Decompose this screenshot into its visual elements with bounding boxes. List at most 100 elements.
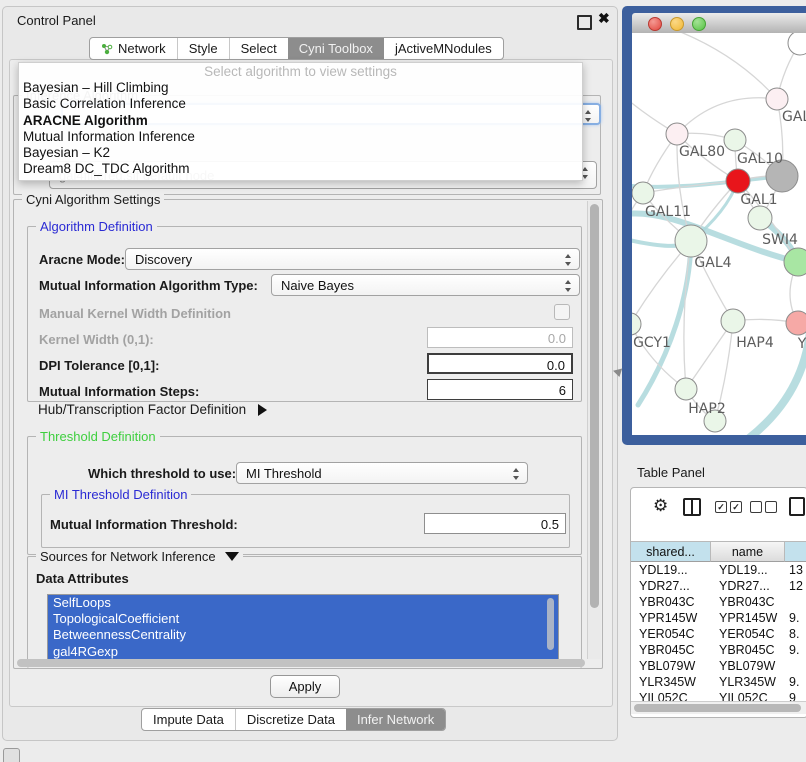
aracne-mode-value: Discovery <box>135 252 192 267</box>
manual-kernel-checkbox[interactable] <box>554 304 570 320</box>
dropdown-option[interactable]: Basic Correlation Inference <box>19 96 582 112</box>
table-row[interactable]: YPR145WYPR145W9. <box>631 611 806 627</box>
cyni-settings-title: Cyni Algorithm Settings <box>22 192 164 207</box>
table-cell: YBR045C <box>719 643 785 657</box>
node-hap2[interactable] <box>675 378 697 400</box>
sources-title: Sources for Network Inference <box>36 549 243 564</box>
table-hscroll-track[interactable] <box>631 701 806 714</box>
kernel-width-field[interactable]: 0.0 <box>427 327 573 348</box>
unchecked-checkbox-icon[interactable] <box>750 501 762 513</box>
float-window-icon[interactable] <box>577 15 592 30</box>
attribute-list-item[interactable]: BetweennessCentrality <box>48 627 558 643</box>
table-row[interactable]: YBR045CYBR045C9. <box>631 643 806 659</box>
data-attributes-label: Data Attributes <box>36 571 129 586</box>
node-gal4[interactable] <box>675 225 707 257</box>
node-gcy1[interactable] <box>632 313 641 335</box>
aracne-mode-combobox[interactable]: Discovery <box>125 248 580 270</box>
node-hap4[interactable] <box>721 309 745 333</box>
which-threshold-combobox[interactable]: MI Threshold <box>236 462 528 484</box>
mi-threshold-field[interactable]: 0.5 <box>424 513 566 534</box>
table-header-row: shared...name <box>631 541 806 562</box>
chevron-right-icon <box>258 404 267 416</box>
kernel-width-label: Kernel Width (0,1): <box>39 332 154 347</box>
tab-cyni-toolbox[interactable]: Cyni Toolbox <box>288 38 384 59</box>
document-icon[interactable] <box>789 497 805 516</box>
close-icon[interactable]: ✖ <box>598 10 610 27</box>
attribute-list-scrollbar[interactable] <box>547 598 554 650</box>
dropdown-option[interactable]: Dream8 DC_TDC Algorithm <box>19 161 582 177</box>
grip-icon[interactable] <box>3 748 20 762</box>
table-row[interactable]: YDR27...YDR27...12 <box>631 579 806 595</box>
table-cell: YBL079W <box>719 659 785 673</box>
tab-style[interactable]: Style <box>177 38 229 59</box>
node-gal80[interactable] <box>666 123 688 145</box>
attribute-list-item[interactable]: gal4RGexp <box>48 644 558 660</box>
node-bright-green[interactable] <box>784 248 806 276</box>
mi-threshold-definition-title: MI Threshold Definition <box>50 487 191 502</box>
attribute-list-item[interactable]: SelfLoops <box>48 595 558 611</box>
node-gal10[interactable] <box>724 129 746 151</box>
attribute-list-item[interactable]: TopologicalCoefficient <box>48 611 558 627</box>
node-gcy1-label: GCY1 <box>633 335 671 351</box>
column-header[interactable]: shared... <box>631 541 711 562</box>
gear-icon[interactable]: ⚙ <box>653 497 668 514</box>
close-traffic-light-icon[interactable] <box>648 17 662 31</box>
table-row[interactable]: YER054CYER054C8. <box>631 627 806 643</box>
checked-checkbox-icon[interactable]: ✓ <box>715 501 727 513</box>
table-cell: 9. <box>789 643 803 657</box>
node-y-cut[interactable] <box>786 311 806 335</box>
settings-vscroll-thumb[interactable] <box>590 204 599 608</box>
settings-hscroll-thumb[interactable] <box>17 659 585 667</box>
table-cell: 8. <box>789 627 803 641</box>
table-cell: YLR345W <box>719 675 785 689</box>
table-row[interactable]: YIL052CYIL052C9 <box>631 691 806 701</box>
node-y-cut-label: Y <box>797 336 806 352</box>
table-row[interactable]: YBR043CYBR043C <box>631 595 806 611</box>
chevron-down-icon[interactable] <box>225 552 239 561</box>
tab-infer-network[interactable]: Infer Network <box>346 709 445 730</box>
tab-impute-data[interactable]: Impute Data <box>142 709 235 730</box>
hub-definition-toggle[interactable]: Hub/Transcription Factor Definition <box>38 402 267 417</box>
network-edge[interactable] <box>632 324 686 389</box>
table-row[interactable]: YLR345WYLR345W9. <box>631 675 806 691</box>
network-edge[interactable] <box>662 33 777 99</box>
split-columns-icon[interactable] <box>683 498 701 516</box>
network-window-titlebar[interactable] <box>632 13 806 34</box>
node-top[interactable] <box>788 33 806 55</box>
tab-network[interactable]: Network <box>90 38 177 59</box>
network-edge[interactable] <box>677 98 777 134</box>
table-cell: 13 <box>789 563 803 577</box>
dropdown-option[interactable]: Bayesian – Hill Climbing <box>19 80 582 96</box>
node-swi4[interactable] <box>748 206 772 230</box>
table-row[interactable]: YBL079WYBL079W <box>631 659 806 675</box>
network-canvas[interactable]: GALGAL80GAL10GAL1GAL11SWI4GAL4GCY1HAP4YH… <box>632 33 806 435</box>
tab-label: Select <box>241 38 277 59</box>
network-edge[interactable] <box>632 193 643 273</box>
node-gal1[interactable] <box>726 169 750 193</box>
unchecked-checkbox-icon[interactable] <box>765 501 777 513</box>
mi-algorithm-type-combobox[interactable]: Naive Bayes <box>271 274 580 296</box>
node-gal11[interactable] <box>632 182 654 204</box>
apply-button[interactable]: Apply <box>270 675 340 698</box>
mi-steps-field[interactable]: 6 <box>427 379 573 400</box>
column-header[interactable] <box>785 541 806 562</box>
zoom-traffic-light-icon[interactable] <box>692 17 706 31</box>
tab-discretize-data[interactable]: Discretize Data <box>235 709 346 730</box>
node-gal-cut[interactable] <box>766 88 788 110</box>
column-header[interactable]: name <box>711 541 785 562</box>
dropdown-option[interactable]: Mutual Information Inference <box>19 129 582 145</box>
checked-checkbox-icon[interactable]: ✓ <box>730 501 742 513</box>
node-gal1-label: GAL1 <box>740 192 777 208</box>
table-row[interactable]: YDL19...YDL19...13 <box>631 563 806 579</box>
dropdown-option[interactable]: ARACNE Algorithm <box>19 113 582 129</box>
mouse-cursor <box>612 366 622 377</box>
dpi-tolerance-field[interactable]: 0.0 <box>427 353 573 374</box>
network-edge-teal[interactable] <box>632 176 782 187</box>
combo-spinner-icon <box>565 253 572 267</box>
dropdown-option[interactable]: Bayesian – K2 <box>19 145 582 161</box>
table-hscroll-thumb[interactable] <box>634 704 801 712</box>
tab-select[interactable]: Select <box>229 38 288 59</box>
tab-jactivemnodules[interactable]: jActiveMNodules <box>384 38 503 59</box>
settings-vscroll-track[interactable] <box>587 201 601 659</box>
minimize-traffic-light-icon[interactable] <box>670 17 684 31</box>
